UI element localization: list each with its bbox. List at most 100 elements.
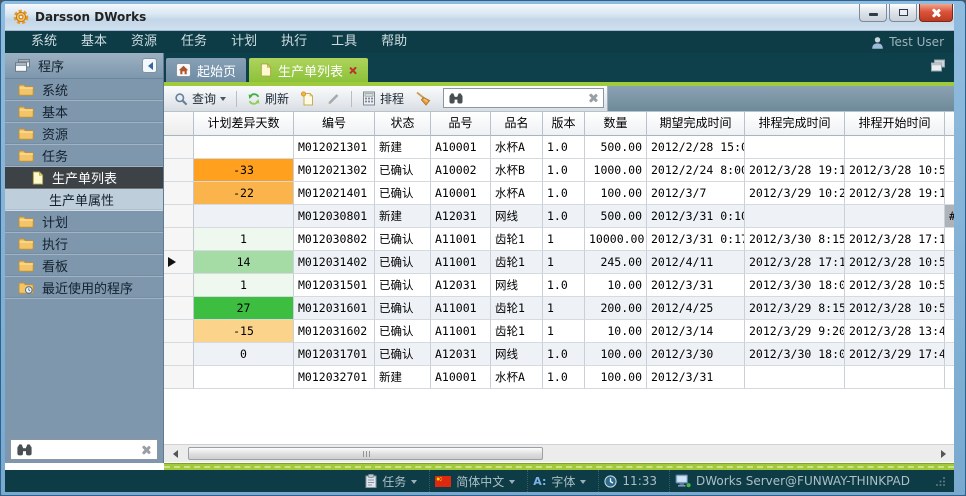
cell-extra[interactable]: [945, 274, 954, 297]
cell-ver[interactable]: 1.0: [543, 159, 585, 182]
cell-sched_start[interactable]: 2012/3/28 10:52: [845, 297, 945, 320]
new-button[interactable]: [296, 89, 319, 108]
cell-pno[interactable]: A12031: [431, 343, 491, 366]
grid-column-header-ver[interactable]: 版本: [543, 112, 585, 136]
cell-sched_start[interactable]: 2012/3/28 19:10: [845, 182, 945, 205]
menu-item-plan[interactable]: 计划: [219, 31, 269, 53]
cell-code[interactable]: M012032701: [294, 366, 375, 389]
clean-button[interactable]: [411, 89, 435, 108]
cell-qty[interactable]: 1000.00: [585, 159, 647, 182]
minimize-button[interactable]: [859, 4, 887, 22]
cell-pname[interactable]: 齿轮1: [491, 251, 543, 274]
cell-code[interactable]: M012031402: [294, 251, 375, 274]
table-row[interactable]: 27M012031601已确认A11001齿轮11200.002012/4/25…: [164, 297, 954, 320]
current-user[interactable]: Test User: [871, 35, 944, 49]
sidebar-item-board[interactable]: 看板: [5, 255, 163, 277]
cell-extra[interactable]: [945, 343, 954, 366]
cell-pname[interactable]: 网线: [491, 274, 543, 297]
table-row[interactable]: -33M012021302已确认A10002水杯B1.01000.002012/…: [164, 159, 954, 182]
grid-column-header-extra[interactable]: 首: [945, 112, 954, 136]
sidebar-item-production-order-list[interactable]: 生产单列表: [5, 167, 163, 189]
cell-ver[interactable]: 1.0: [543, 366, 585, 389]
status-language-menu[interactable]: 简体中文: [429, 470, 520, 492]
cell-qty[interactable]: 200.00: [585, 297, 647, 320]
grid-column-header-qty[interactable]: 数量: [585, 112, 647, 136]
cell-pname[interactable]: 齿轮1: [491, 228, 543, 251]
cell-diff[interactable]: 0: [194, 343, 294, 366]
cell-pno[interactable]: A11001: [431, 297, 491, 320]
cell-sched_start[interactable]: 2012/3/28 13:40: [845, 320, 945, 343]
cell-ver[interactable]: 1.0: [543, 136, 585, 159]
edit-button[interactable]: [322, 89, 345, 108]
cell-pno[interactable]: A12031: [431, 274, 491, 297]
horizontal-scrollbar[interactable]: [164, 444, 954, 462]
table-row[interactable]: 0M012031701已确认A12031网线1.0100.002012/3/30…: [164, 343, 954, 366]
grid-column-header-diff[interactable]: 计划差异天数: [194, 112, 294, 136]
menu-item-resource[interactable]: 资源: [119, 31, 169, 53]
refresh-button[interactable]: 刷新: [243, 88, 293, 109]
cell-sched_start[interactable]: 2012/3/28 17:13: [845, 228, 945, 251]
sidebar-item-basic[interactable]: 基本: [5, 101, 163, 123]
cell-diff[interactable]: 1: [194, 228, 294, 251]
sidebar-search-input[interactable]: [38, 443, 135, 457]
cell-sched_end[interactable]: [745, 205, 845, 228]
cell-extra[interactable]: [945, 297, 954, 320]
cell-pno[interactable]: A11001: [431, 228, 491, 251]
status-font-menu[interactable]: A: 字体: [527, 470, 591, 492]
grid-search-input[interactable]: [468, 91, 583, 105]
cell-code[interactable]: M012021301: [294, 136, 375, 159]
sidebar-collapse-button[interactable]: [142, 58, 157, 73]
menu-item-system[interactable]: 系统: [19, 31, 69, 53]
cell-pno[interactable]: A11001: [431, 320, 491, 343]
cell-status[interactable]: 已确认: [375, 297, 431, 320]
cell-ver[interactable]: 1: [543, 251, 585, 274]
close-button[interactable]: [919, 4, 953, 22]
cell-sched_start[interactable]: 2012/3/28 10:52: [845, 159, 945, 182]
cell-sched_end[interactable]: 2012/3/29 8:15: [745, 297, 845, 320]
cell-ver[interactable]: 1: [543, 320, 585, 343]
cell-expect[interactable]: 2012/2/24 8:00: [647, 159, 745, 182]
cell-pno[interactable]: A12031: [431, 205, 491, 228]
table-row[interactable]: -22M012021401已确认A10001水杯A1.0100.002012/3…: [164, 182, 954, 205]
sidebar-item-recent-programs[interactable]: 最近使用的程序: [5, 277, 163, 299]
cell-code[interactable]: M012021401: [294, 182, 375, 205]
cell-diff[interactable]: [194, 136, 294, 159]
cell-expect[interactable]: 2012/3/31 0:17: [647, 228, 745, 251]
cell-diff[interactable]: -33: [194, 159, 294, 182]
cell-status[interactable]: 已确认: [375, 343, 431, 366]
cell-status[interactable]: 已确认: [375, 228, 431, 251]
cell-extra[interactable]: [945, 251, 954, 274]
cell-expect[interactable]: 2012/2/28 15:00: [647, 136, 745, 159]
cell-qty[interactable]: 245.00: [585, 251, 647, 274]
menu-item-execute[interactable]: 执行: [269, 31, 319, 53]
sidebar-item-execute[interactable]: 执行: [5, 233, 163, 255]
cell-sched_end[interactable]: 2012/3/28 19:10: [745, 159, 845, 182]
cell-status[interactable]: 已确认: [375, 159, 431, 182]
sidebar-item-resource[interactable]: 资源: [5, 123, 163, 145]
maximize-button[interactable]: [889, 4, 917, 22]
cell-status[interactable]: 已确认: [375, 274, 431, 297]
grid-column-header-status[interactable]: 状态: [375, 112, 431, 136]
cell-expect[interactable]: 2012/3/7: [647, 182, 745, 205]
cell-pname[interactable]: 水杯A: [491, 366, 543, 389]
cell-extra[interactable]: [945, 366, 954, 389]
cell-sched_end[interactable]: 2012/3/28 17:13: [745, 251, 845, 274]
cell-qty[interactable]: 10000.00: [585, 228, 647, 251]
cell-expect[interactable]: 2012/4/11: [647, 251, 745, 274]
menu-item-task[interactable]: 任务: [169, 31, 219, 53]
menu-item-basic[interactable]: 基本: [69, 31, 119, 53]
cell-expect[interactable]: 2012/3/31: [647, 274, 745, 297]
cell-ver[interactable]: 1: [543, 228, 585, 251]
grid-column-header-pname[interactable]: 品名: [491, 112, 543, 136]
scroll-right-arrow-icon[interactable]: [938, 447, 952, 461]
cell-code[interactable]: M012030802: [294, 228, 375, 251]
menu-item-tools[interactable]: 工具: [319, 31, 369, 53]
cell-ver[interactable]: 1.0: [543, 343, 585, 366]
cell-extra[interactable]: [945, 136, 954, 159]
horizontal-scrollbar-thumb[interactable]: [188, 447, 543, 460]
cell-diff[interactable]: [194, 205, 294, 228]
query-button[interactable]: 查询: [170, 88, 230, 109]
cell-qty[interactable]: 500.00: [585, 136, 647, 159]
cell-sched_end[interactable]: 2012/3/30 8:15: [745, 228, 845, 251]
tab-windows-icon[interactable]: [930, 59, 946, 73]
